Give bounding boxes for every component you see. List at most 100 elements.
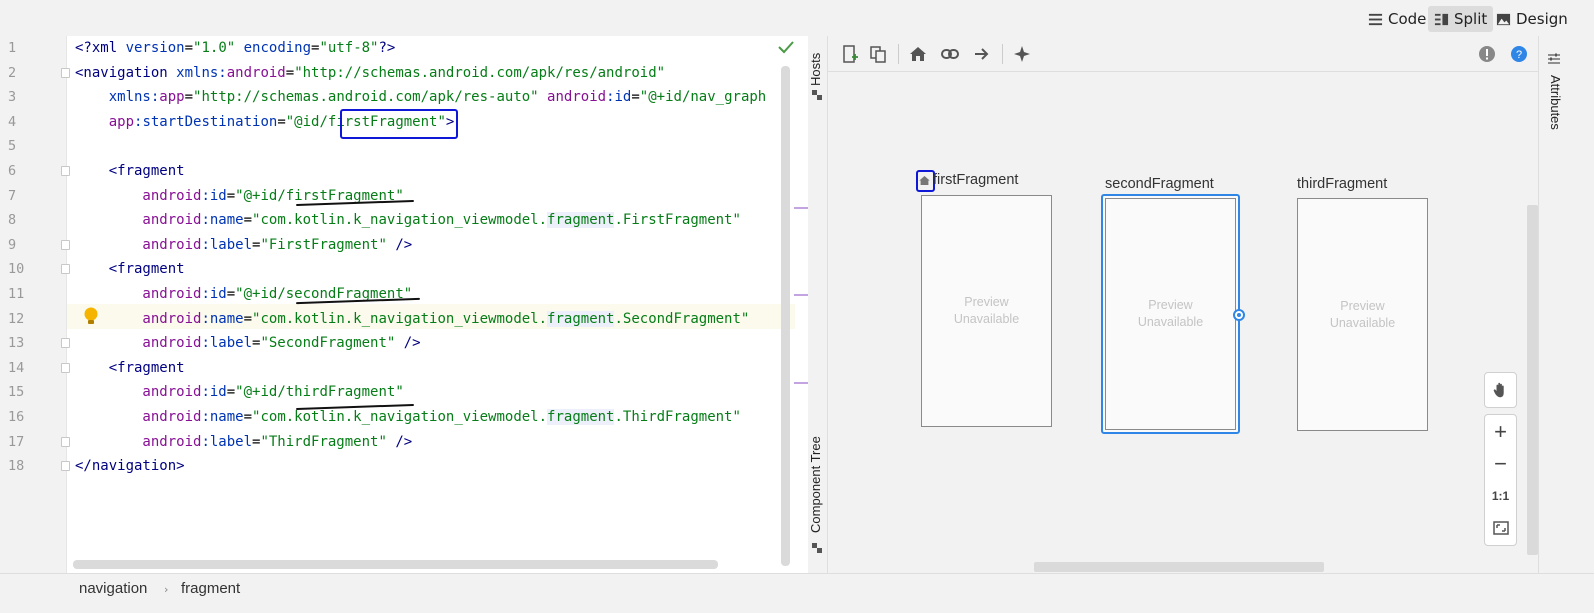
code-line[interactable]: android:name="com.kotlin.k_navigation_vi…: [75, 405, 741, 430]
breadcrumb-item-navigation[interactable]: navigation: [79, 580, 147, 597]
code-token: <fragment: [75, 359, 185, 376]
code-token: />: [395, 236, 413, 253]
destination-label-second: secondFragment: [1105, 176, 1214, 192]
breadcrumb-item-fragment[interactable]: fragment: [181, 580, 240, 597]
code-token: <fragment: [75, 163, 185, 179]
code-token: :startDestination: [134, 113, 278, 130]
editor-horizontal-scrollbar[interactable]: [73, 560, 718, 569]
xml-code-editor[interactable]: 1 <?xml version="1.0" encoding="utf-8"?> 2…: [0, 36, 808, 581]
code-token: :label: [201, 236, 253, 253]
code-token: <fragment: [75, 261, 185, 278]
hosts-tab[interactable]: Hosts: [808, 44, 828, 94]
fold-marker-icon[interactable]: [61, 362, 70, 373]
line-number: 5: [8, 138, 17, 155]
code-mode-button[interactable]: Code: [1362, 6, 1432, 32]
code-token: </navigation>: [75, 458, 185, 475]
fold-marker-icon[interactable]: [61, 264, 70, 275]
code-line[interactable]: android:id="@+id/thirdFragment": [75, 380, 403, 405]
fold-marker-icon[interactable]: [61, 436, 70, 447]
code-token: />: [395, 433, 413, 450]
code-token: =: [226, 384, 236, 401]
link-icon[interactable]: [940, 44, 960, 64]
code-token: android: [75, 409, 202, 425]
code-line[interactable]: </navigation>: [75, 454, 185, 479]
code-token: =: [184, 40, 194, 56]
code-token: xmlns:: [176, 64, 227, 81]
code-token: .ThirdFragment": [614, 409, 741, 425]
code-token: "ThirdFragment": [260, 433, 396, 450]
fit-screen-button[interactable]: [1485, 513, 1516, 543]
design-mode-button[interactable]: Design: [1490, 6, 1574, 32]
change-marker: [794, 207, 808, 209]
view-mode-bar: Code Split Design: [0, 0, 1594, 36]
line-number: 14: [8, 359, 25, 376]
code-token: "1.0": [193, 40, 244, 56]
code-token: android: [75, 212, 202, 229]
line-number: 11: [8, 286, 25, 302]
help-icon[interactable]: ?: [1509, 44, 1529, 64]
code-line[interactable]: <fragment: [75, 159, 185, 184]
fold-marker-icon[interactable]: [61, 338, 70, 349]
attributes-tab[interactable]: Attributes: [1543, 70, 1563, 134]
code-token: =: [243, 409, 253, 425]
code-mode-label: Code: [1388, 10, 1427, 28]
code-line[interactable]: xmlns:app="http://schemas.android.com/ap…: [75, 85, 767, 110]
code-line[interactable]: android:label="FirstFragment" />: [75, 233, 412, 258]
editor-vertical-scrollbar[interactable]: [781, 66, 790, 566]
code-token: .SecondFragment": [614, 310, 750, 327]
zoom-in-button[interactable]: +: [1485, 417, 1516, 447]
code-token: xml: [91, 40, 126, 56]
toolbar-divider: [898, 44, 899, 64]
code-line[interactable]: android:name="com.kotlin.k_navigation_vi…: [75, 307, 749, 332]
home-icon[interactable]: [908, 44, 928, 64]
code-token: android: [75, 187, 202, 204]
code-line[interactable]: <fragment: [75, 257, 185, 282]
code-token: fragment: [547, 212, 615, 229]
nested-graph-icon[interactable]: [868, 44, 888, 64]
code-token: "utf-8": [319, 40, 379, 56]
zoom-out-button[interactable]: −: [1485, 449, 1516, 479]
code-line[interactable]: android:id="@+id/secondFragment": [75, 282, 412, 307]
code-line[interactable]: <fragment: [75, 356, 185, 381]
svg-text:?: ?: [1516, 49, 1522, 61]
code-line[interactable]: android:name="com.kotlin.k_navigation_vi…: [75, 208, 741, 233]
code-token: :name: [201, 310, 244, 327]
component-tree-tab[interactable]: Component Tree: [808, 430, 828, 540]
destination-second-fragment[interactable]: Preview Unavailable: [1101, 194, 1240, 434]
code-line[interactable]: android:id="@+id/firstFragment": [75, 184, 403, 209]
preview-unavailable-text: Preview Unavailable: [1329, 298, 1396, 330]
lightbulb-icon[interactable]: [82, 306, 100, 326]
arrow-right-icon[interactable]: [972, 44, 992, 64]
code-token: =: [226, 187, 236, 204]
code-line[interactable]: android:label="ThirdFragment" />: [75, 430, 412, 455]
code-token: android: [75, 384, 202, 401]
warning-icon[interactable]: [1477, 44, 1497, 64]
fold-marker-icon[interactable]: [61, 67, 70, 78]
destination-first-fragment[interactable]: Preview Unavailable: [921, 195, 1052, 427]
action-connector-handle[interactable]: [1233, 309, 1245, 321]
code-token: version: [125, 40, 185, 56]
code-token: :name: [201, 409, 244, 425]
code-line[interactable]: android:label="SecondFragment" />: [75, 331, 420, 356]
fold-marker-icon[interactable]: [61, 461, 70, 472]
pan-button[interactable]: [1485, 375, 1516, 405]
actual-size-button[interactable]: 1:1: [1485, 481, 1516, 511]
code-token: "http://schemas.android.com/apk/res/andr…: [294, 64, 666, 81]
split-mode-button[interactable]: Split: [1428, 6, 1494, 32]
destination-third-fragment[interactable]: Preview Unavailable: [1297, 198, 1428, 431]
line-number: 9: [8, 236, 17, 253]
destination-label-first: firstFragment: [933, 172, 1019, 188]
fold-marker-icon[interactable]: [61, 239, 70, 250]
code-token: :id: [201, 384, 227, 401]
code-token: :id: [606, 89, 632, 106]
code-token: android: [547, 89, 607, 106]
auto-arrange-icon[interactable]: [1012, 44, 1032, 64]
annotation-box-start-destination: [340, 109, 458, 139]
code-token: fragment: [547, 409, 615, 425]
code-line[interactable]: <navigation xmlns:android="http://schema…: [75, 61, 665, 86]
new-destination-icon[interactable]: [840, 44, 860, 64]
code-line[interactable]: <?xml version="1.0" encoding="utf-8"?>: [75, 36, 395, 61]
canvas-horizontal-scrollbar[interactable]: [1034, 562, 1324, 572]
fold-marker-icon[interactable]: [61, 166, 70, 176]
canvas-vertical-scrollbar[interactable]: [1527, 205, 1538, 555]
